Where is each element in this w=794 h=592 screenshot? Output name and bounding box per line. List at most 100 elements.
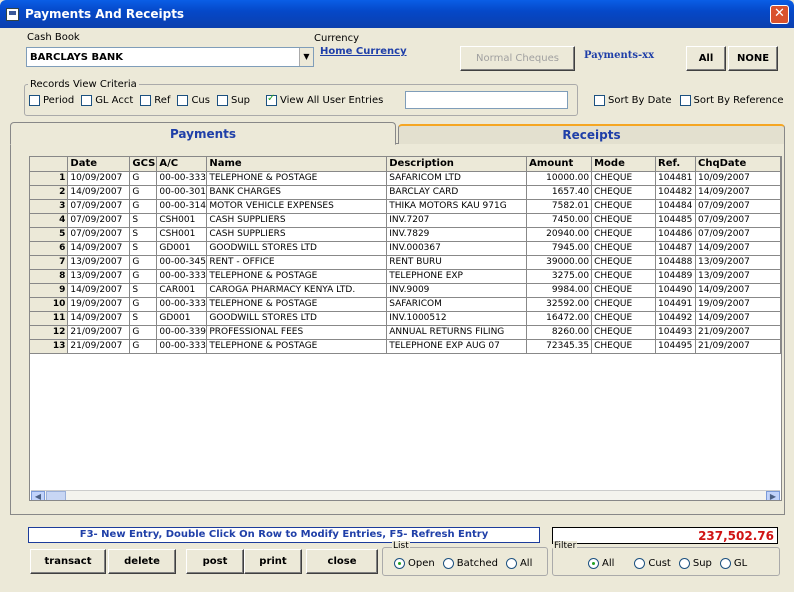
table-cell[interactable]: INV.000367 — [386, 241, 528, 256]
table-cell[interactable]: G — [129, 269, 158, 284]
row-number[interactable]: 1 — [30, 171, 69, 186]
table-cell[interactable]: 32592.00 — [526, 297, 593, 312]
scroll-thumb[interactable] — [46, 491, 66, 500]
sort-by-date-checkbox[interactable] — [594, 95, 605, 106]
row-number[interactable]: 9 — [30, 283, 69, 298]
select-all-button[interactable]: All — [686, 46, 726, 71]
table-cell[interactable]: TELEPHONE & POSTAGE — [206, 339, 388, 354]
cus-checkbox[interactable] — [177, 95, 189, 106]
table-row[interactable]: 6 14/09/2007 S GD001 GOODWILL STORES LTD INV.… — [30, 241, 781, 256]
row-number[interactable]: 12 — [30, 325, 69, 340]
table-cell[interactable]: G — [129, 171, 158, 186]
table-cell[interactable]: 14/09/2007 — [695, 311, 781, 326]
table-cell[interactable]: TELEPHONE & POSTAGE — [206, 269, 388, 284]
table-cell[interactable]: 14/09/2007 — [67, 283, 131, 298]
table-cell[interactable]: 39000.00 — [526, 255, 593, 270]
table-cell[interactable]: 104486 — [655, 227, 697, 242]
table-row[interactable]: 7 13/09/2007 G 00-00-345 RENT - OFFICE RENT B… — [30, 255, 781, 270]
table-cell[interactable]: 16472.00 — [526, 311, 593, 326]
column-header[interactable]: Amount — [526, 157, 593, 172]
table-cell[interactable]: CHEQUE — [591, 311, 657, 326]
chevron-down-icon[interactable]: ▼ — [299, 48, 313, 66]
table-cell[interactable]: 104487 — [655, 241, 697, 256]
table-cell[interactable]: GD001 — [156, 241, 208, 256]
filter-all-radio[interactable] — [588, 558, 599, 569]
table-cell[interactable]: 14/09/2007 — [67, 185, 131, 200]
table-cell[interactable]: 104493 — [655, 325, 697, 340]
table-cell[interactable]: CHEQUE — [591, 227, 657, 242]
table-cell[interactable]: 104482 — [655, 185, 697, 200]
table-cell[interactable]: 104481 — [655, 171, 697, 186]
table-cell[interactable]: 21/09/2007 — [695, 325, 781, 340]
table-cell[interactable]: 07/09/2007 — [695, 227, 781, 242]
gl-acct-checkbox[interactable] — [81, 95, 93, 106]
column-header[interactable] — [30, 157, 69, 172]
table-cell[interactable]: 21/09/2007 — [695, 339, 781, 354]
table-cell[interactable]: 104491 — [655, 297, 697, 312]
cashbook-select[interactable]: BARCLAYS BANK ▼ — [26, 47, 314, 67]
table-row[interactable]: 1 10/09/2007 G 00-00-333 TELEPHONE & POSTAGE… — [30, 171, 781, 186]
table-cell[interactable]: TELEPHONE & POSTAGE — [206, 297, 388, 312]
table-cell[interactable]: 14/09/2007 — [67, 311, 131, 326]
table-row[interactable]: 9 14/09/2007 S CAR001 CAROGA PHARMACY KENYA … — [30, 283, 781, 298]
table-cell[interactable]: S — [129, 213, 158, 228]
row-number[interactable]: 3 — [30, 199, 69, 214]
close-button[interactable]: close — [306, 549, 378, 574]
table-cell[interactable]: 07/09/2007 — [67, 227, 131, 242]
column-header[interactable]: Date — [67, 157, 131, 172]
row-number[interactable]: 4 — [30, 213, 69, 228]
transact-button[interactable]: transact — [30, 549, 106, 574]
table-cell[interactable]: 14/09/2007 — [695, 283, 781, 298]
table-cell[interactable]: SAFARICOM LTD — [386, 171, 528, 186]
table-cell[interactable]: CHEQUE — [591, 199, 657, 214]
table-cell[interactable]: PROFESSIONAL FEES — [206, 325, 388, 340]
list-open-radio[interactable] — [394, 558, 405, 569]
table-cell[interactable]: 104495 — [655, 339, 697, 354]
table-cell[interactable]: 00-00-333 — [156, 171, 208, 186]
table-cell[interactable]: 14/09/2007 — [695, 185, 781, 200]
table-row[interactable]: 8 13/09/2007 G 00-00-333 TELEPHONE & POSTAGE… — [30, 269, 781, 284]
table-cell[interactable]: INV.7829 — [386, 227, 528, 242]
table-cell[interactable]: CHEQUE — [591, 255, 657, 270]
sup-checkbox[interactable] — [216, 95, 228, 106]
table-cell[interactable]: 72345.35 — [526, 339, 593, 354]
table-cell[interactable]: 10/09/2007 — [67, 171, 131, 186]
table-cell[interactable]: 104489 — [655, 269, 697, 284]
select-none-button[interactable]: NONE — [728, 46, 778, 71]
table-cell[interactable]: G — [129, 297, 158, 312]
table-row[interactable]: 10 19/09/2007 G 00-00-333 TELEPHONE & POSTAG… — [30, 297, 781, 312]
scroll-left-icon[interactable]: ◀ — [31, 491, 45, 500]
horizontal-scrollbar[interactable]: ◀ ▶ — [31, 490, 780, 500]
table-cell[interactable]: 07/09/2007 — [67, 199, 131, 214]
table-cell[interactable]: CHEQUE — [591, 325, 657, 340]
table-row[interactable]: 12 21/09/2007 G 00-00-339 PROFESSIONAL FEES A… — [30, 325, 781, 340]
tab-payments[interactable]: Payments — [10, 122, 396, 145]
table-cell[interactable]: BANK CHARGES — [206, 185, 388, 200]
table-cell[interactable]: GD001 — [156, 311, 208, 326]
table-cell[interactable]: 9984.00 — [526, 283, 593, 298]
filter-gl-radio[interactable] — [719, 558, 731, 569]
table-cell[interactable]: CHEQUE — [591, 339, 657, 354]
table-cell[interactable]: 00-00-333 — [156, 297, 208, 312]
table-cell[interactable]: CSH001 — [156, 213, 208, 228]
post-button[interactable]: post — [186, 549, 244, 574]
print-button[interactable]: print — [244, 549, 302, 574]
table-cell[interactable]: 07/09/2007 — [67, 213, 131, 228]
table-cell[interactable]: CHEQUE — [591, 185, 657, 200]
column-header[interactable]: Ref. — [655, 157, 697, 172]
table-cell[interactable]: 10/09/2007 — [695, 171, 781, 186]
table-cell[interactable]: 19/09/2007 — [67, 297, 131, 312]
table-cell[interactable]: 104484 — [655, 199, 697, 214]
row-number[interactable]: 7 — [30, 255, 69, 270]
table-cell[interactable]: INV.9009 — [386, 283, 528, 298]
table-cell[interactable]: CAROGA PHARMACY KENYA LTD. — [206, 283, 388, 298]
table-cell[interactable]: CASH SUPPLIERS — [206, 213, 388, 228]
table-cell[interactable]: G — [129, 339, 158, 354]
table-cell[interactable]: 8260.00 — [526, 325, 593, 340]
table-cell[interactable]: S — [129, 283, 158, 298]
table-cell[interactable]: 7450.00 — [526, 213, 593, 228]
table-cell[interactable]: THIKA MOTORS KAU 971G — [386, 199, 528, 214]
table-cell[interactable]: 104485 — [655, 213, 697, 228]
table-cell[interactable]: 13/09/2007 — [67, 255, 131, 270]
table-cell[interactable]: CSH001 — [156, 227, 208, 242]
